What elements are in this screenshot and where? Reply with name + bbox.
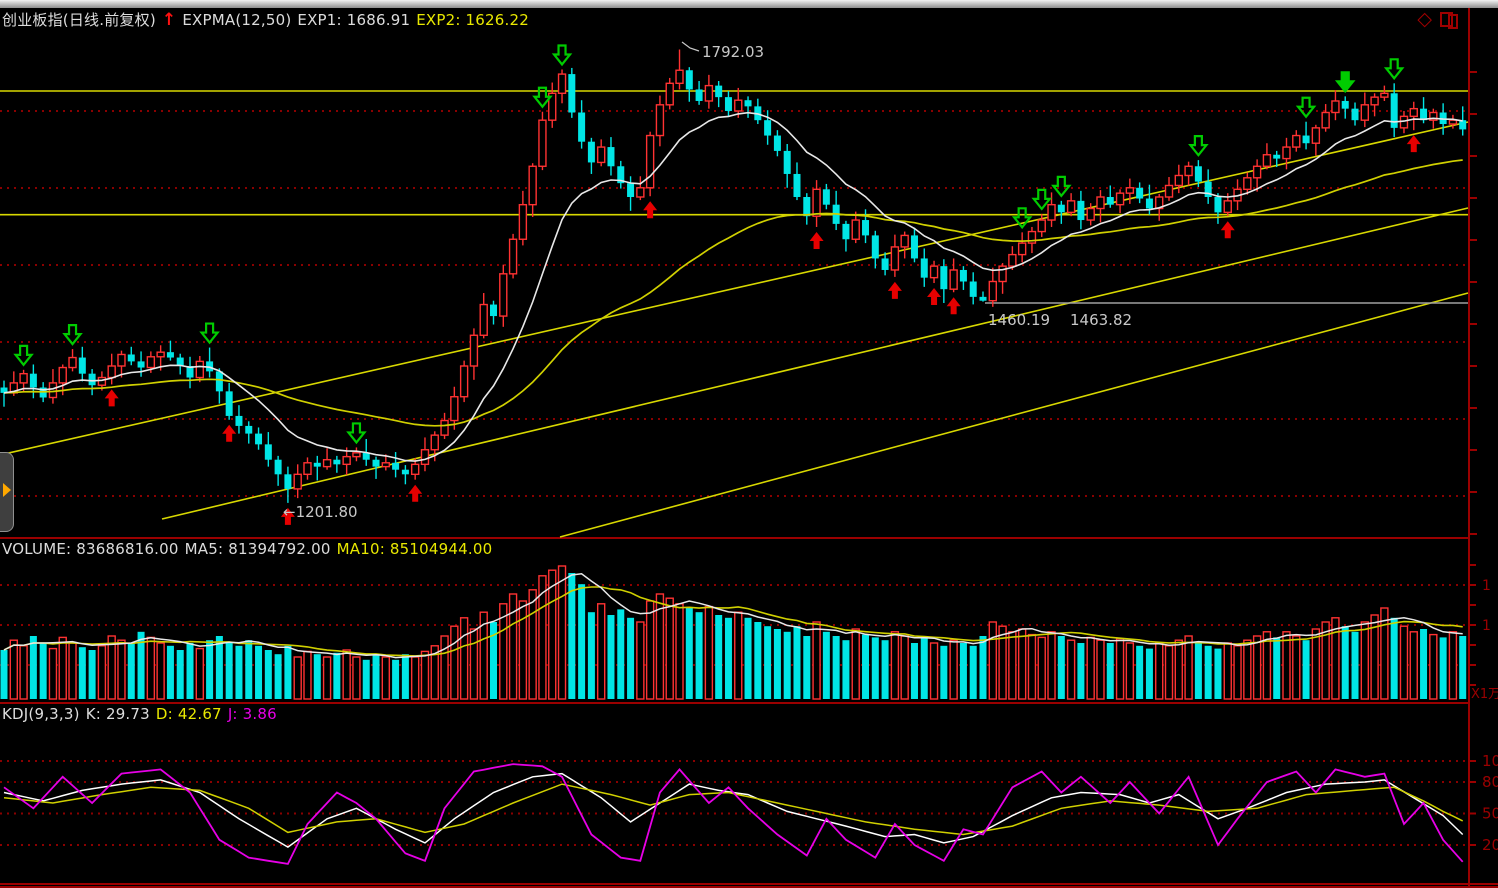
sell-arrow-icon [554,45,570,64]
buy-arrow-icon [927,288,941,305]
sell-arrow-icon [1053,177,1069,196]
price-annotation: 1463.82 [1070,311,1132,329]
volume-value: VOLUME: 83686816.00 [2,540,179,558]
buy-arrow-icon [1221,221,1235,238]
up-arrow-icon: ↑ [162,10,176,30]
expand-triangle-icon [3,483,11,497]
kdj-pane-header: KDJ(9,3,3) K: 29.73 D: 42.67 J: 3.86 [2,705,283,723]
sell-arrow-icon [1337,72,1353,91]
price-annotation: 1460.19 [988,311,1050,329]
kdj-j-value: J: 3.86 [228,705,277,723]
kdj-axis-label: 100 [1482,752,1498,770]
sell-arrow-icon [1190,136,1206,155]
volume-ma10-value: MA10: 85104944.00 [337,540,493,558]
volume-axis-label: 1 [1482,578,1491,594]
sell-arrow-icon [348,423,364,442]
buy-arrow-icon [408,485,422,502]
diamond-icon[interactable]: ◇ [1417,10,1432,28]
buy-arrow-icon [643,201,657,218]
trendlines [0,91,1468,537]
kdj-title: KDJ(9,3,3) [2,705,80,723]
sell-arrow-icon [16,346,32,365]
candlestick-series [1,49,1467,502]
volume-unit-label: X1万 [1471,687,1498,702]
sell-arrow-icon [1298,98,1314,117]
cascade-windows-icon[interactable] [1440,12,1458,27]
indicator-label: EXPMA(12,50) [182,11,291,29]
expma-lines [4,113,1463,461]
pane-borders [0,8,1498,888]
volume-pane-header: VOLUME: 83686816.00 MA5: 81394792.00 MA10:… [2,540,498,558]
trading-terminal: 1792.03 ←1201.80 1460.19 1463.82 1 1 X1万 100 80 5… [0,0,1498,888]
sell-arrow-icon [202,324,218,343]
kdj-axis-label: 50 [1482,805,1498,823]
buy-arrow-icon [222,425,236,442]
kdj-k-value: K: 29.73 [86,705,150,723]
buy-arrow-icon [1407,135,1421,152]
kdj-axis-label: 20 [1482,836,1498,854]
main-chart-header: 创业板指(日线.前复权) ↑ EXPMA(12,50) EXP1: 1686.91 EX… [2,9,535,30]
side-panel-expand-handle[interactable] [0,452,14,532]
buy-arrow-icon [888,282,902,299]
kdj-d-value: D: 42.67 [156,705,222,723]
exp1-value: EXP1: 1686.91 [297,11,410,29]
sell-arrow-icon [1386,59,1402,78]
volume-axis-label: 1 [1482,618,1491,634]
exp2-value: EXP2: 1626.22 [416,11,529,29]
chart-canvas[interactable]: 1792.03 ←1201.80 1460.19 1463.82 1 1 X1万 100 80 5… [0,0,1498,888]
buy-arrow-icon [947,297,961,314]
buy-arrow-icon [105,389,119,406]
price-annotation: ←1201.80 [283,503,358,521]
titlebar-icons: ◇ [1417,10,1458,28]
volume-ma5-value: MA5: 81394792.00 [185,540,331,558]
symbol-title: 创业板指(日线.前复权) [2,11,156,29]
kdj-axis-label: 80 [1482,773,1498,791]
buy-arrow-icon [810,232,824,249]
kdj-lines [4,764,1463,864]
price-annotation: 1792.03 [702,43,764,61]
